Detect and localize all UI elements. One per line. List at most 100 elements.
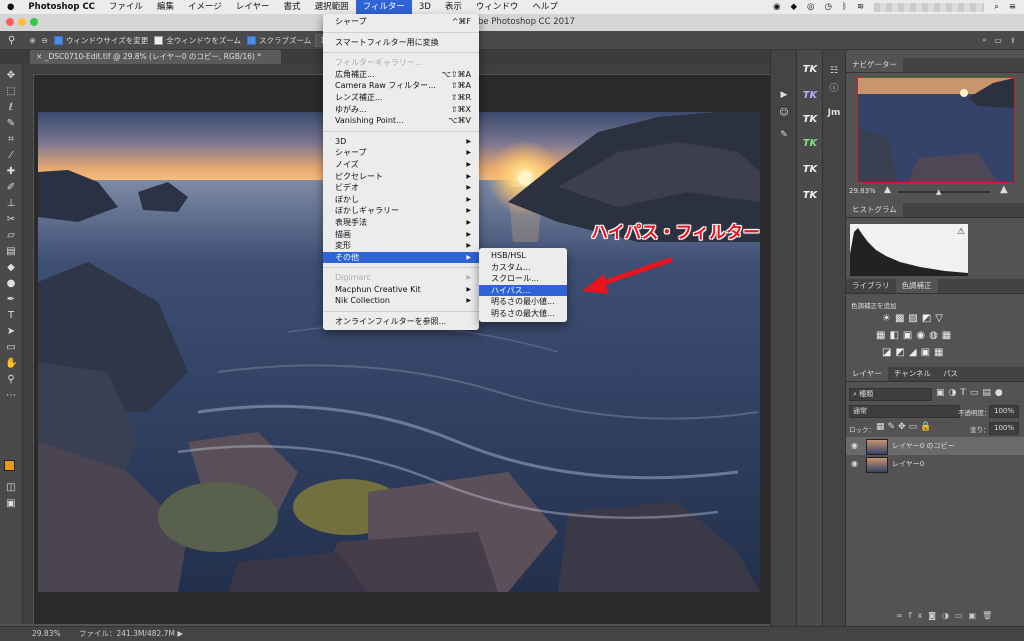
more-tools-icon[interactable]: ⋯ — [5, 390, 17, 402]
tab-paths[interactable]: パス — [937, 367, 964, 381]
tab-navigator[interactable]: ナビゲーター — [846, 58, 903, 72]
eyedropper-tool-icon[interactable]: ⁄ — [5, 150, 17, 162]
tab-layers[interactable]: レイヤー — [846, 367, 888, 381]
hand-tool-icon[interactable]: ✋ — [5, 358, 17, 370]
workspace-icon[interactable]: ▭ — [995, 36, 1002, 45]
menu-3d[interactable]: 3D — [412, 0, 438, 14]
submenu-item-maximum[interactable]: 明るさの最大値... — [479, 308, 567, 320]
menu-item-render[interactable]: 描画 ▶ — [323, 229, 479, 241]
adjustment-icons-row-2[interactable]: ▦◧▣◉◍▦ — [876, 330, 955, 341]
visibility-eye-icon[interactable]: ◉ — [851, 459, 858, 468]
menu-item-vanishing-point[interactable]: Vanishing Point... ⌥⌘V — [323, 115, 479, 127]
crop-tool-icon[interactable]: ⌗ — [5, 134, 17, 146]
menu-item-browse-filters-online[interactable]: オンラインフィルターを参照... — [323, 316, 479, 328]
layer-row-copy[interactable]: ◉ レイヤー0 のコピー — [846, 437, 1024, 455]
menu-item-pixelate[interactable]: ピクセレート ▶ — [323, 171, 479, 183]
tk-actions-icon-2[interactable]: TK — [801, 88, 819, 104]
move-tool-icon[interactable]: ✥ — [5, 70, 17, 82]
zoom-slider-handle[interactable]: ▲ — [936, 188, 941, 196]
menu-help[interactable]: ヘルプ — [525, 0, 565, 14]
resize-windows-checkbox[interactable] — [53, 35, 63, 45]
menu-type[interactable]: 書式 — [277, 0, 308, 14]
info-icon[interactable]: ⓘ — [826, 82, 842, 96]
tk-actions-icon-1[interactable]: TK — [801, 62, 819, 78]
opacity-input[interactable]: 100% — [989, 405, 1019, 418]
menu-item-other[interactable]: その他 ▶ — [323, 251, 479, 264]
rectangle-tool-icon[interactable]: ▭ — [5, 342, 17, 354]
navigator-thumbnail[interactable] — [857, 77, 1015, 183]
dropbox-icon[interactable]: ◆ — [790, 2, 797, 12]
menu-filter[interactable]: フィルター — [355, 0, 412, 14]
gradient-tool-icon[interactable]: ▤ — [5, 246, 17, 258]
quick-mask-icon[interactable]: ◫ — [5, 482, 17, 494]
status-arrow-icon[interactable]: ▶ — [177, 629, 183, 638]
minimize-window-icon[interactable] — [18, 18, 26, 26]
list-icon[interactable]: ≡ — [1009, 2, 1016, 12]
pen-tool-icon[interactable]: ✒ — [5, 294, 17, 306]
menu-item-adaptive-wide-angle[interactable]: 広角補正... ⌥⇧⌘A — [323, 69, 479, 81]
sync-icon[interactable]: ◎ — [807, 2, 814, 12]
close-tab-icon[interactable]: × — [36, 52, 42, 61]
menu-app[interactable]: Photoshop CC — [21, 0, 102, 14]
blur-tool-icon[interactable]: ◆ — [5, 262, 17, 274]
brush-preset-icon[interactable]: ✎ — [776, 128, 792, 142]
zoom-tool-side-icon[interactable]: ⚲ — [5, 374, 17, 386]
clock-icon[interactable]: ◷ — [824, 2, 831, 12]
navigator-zoom-value[interactable]: 29.83% — [849, 187, 876, 195]
lock-icons[interactable]: ▦✎✥▭🔒 — [876, 422, 934, 432]
menu-item-blur[interactable]: ぼかし ▶ — [323, 194, 479, 206]
menu-item-camera-raw[interactable]: Camera Raw フィルター... ⇧⌘A — [323, 80, 479, 92]
search-icon[interactable]: ⌕ — [994, 2, 999, 12]
foreground-color-swatch[interactable] — [4, 460, 15, 471]
visibility-eye-icon[interactable]: ◉ — [851, 441, 858, 450]
submenu-item-custom[interactable]: カスタム... — [479, 262, 567, 274]
menu-file[interactable]: ファイル — [102, 0, 150, 14]
menu-item-noise[interactable]: ノイズ ▶ — [323, 159, 479, 171]
type-tool-icon[interactable]: T — [5, 310, 17, 322]
menu-edit[interactable]: 編集 — [150, 0, 181, 14]
tk-actions-icon-3[interactable]: TK — [801, 112, 819, 128]
layer-filter-icons[interactable]: ▣◑T▭▤● — [936, 388, 1007, 398]
menu-item-nik-collection[interactable]: Nik Collection ▶ — [323, 295, 479, 307]
menu-item-distort[interactable]: 変形 ▶ — [323, 240, 479, 252]
properties-icon[interactable]: ☷ — [826, 64, 842, 78]
menu-image[interactable]: イメージ — [181, 0, 229, 14]
zoom-tool-icon[interactable]: ⚲ — [8, 35, 15, 46]
people-icon[interactable]: ☺ — [776, 106, 792, 120]
marquee-tool-icon[interactable]: ⬚ — [5, 86, 17, 98]
scrubby-zoom-checkbox[interactable] — [246, 35, 256, 45]
menu-item-last-filter[interactable]: シャープ ^⌘F — [323, 16, 479, 28]
submenu-item-hsb-hsl[interactable]: HSB/HSL — [479, 250, 567, 262]
layer-name[interactable]: レイヤー0 — [892, 459, 924, 469]
menu-item-convert-smart-filter[interactable]: スマートフィルター用に変換 — [323, 37, 479, 49]
menu-item-sharpen[interactable]: シャープ ▶ — [323, 147, 479, 159]
search-icon-options[interactable]: ⌕ — [982, 35, 986, 45]
menu-select[interactable]: 選択範囲 — [308, 0, 356, 14]
layer-kind-filter[interactable]: ⌕ 種類 — [849, 388, 932, 401]
submenu-item-offset[interactable]: スクロール... — [479, 273, 567, 285]
bluetooth-icon[interactable]: ᛒ — [842, 2, 847, 12]
layer-name[interactable]: レイヤー0 のコピー — [892, 441, 954, 451]
submenu-item-minimum[interactable]: 明るさの最小値... — [479, 296, 567, 308]
eraser-tool-icon[interactable]: ▱ — [5, 230, 17, 242]
tk-actions-icon-5[interactable]: TK — [801, 162, 819, 178]
tab-histogram[interactable]: ヒストグラム — [846, 203, 903, 217]
zoom-in-icon[interactable]: ⊕ — [29, 36, 35, 45]
navigator-zoom-slider[interactable]: ▲ — [898, 188, 990, 196]
quick-select-tool-icon[interactable]: ✎ — [5, 118, 17, 130]
screen-mode-icon[interactable]: ▣ — [5, 498, 17, 510]
tab-libraries[interactable]: ライブラリ — [846, 279, 896, 293]
wifi-icon[interactable]: ≋ — [857, 2, 864, 12]
fill-input[interactable]: 100% — [989, 422, 1019, 435]
path-select-tool-icon[interactable]: ➤ — [5, 326, 17, 338]
submenu-item-high-pass[interactable]: ハイパス... — [479, 284, 567, 297]
tk-actions-icon-6[interactable]: TK — [801, 188, 819, 204]
tab-adjustments[interactable]: 色調補正 — [895, 279, 938, 293]
lasso-tool-icon[interactable]: ℓ — [5, 102, 17, 114]
status-zoom[interactable]: 29.83% — [32, 629, 61, 638]
history-brush-tool-icon[interactable]: ✂ — [5, 214, 17, 226]
menu-item-stylize[interactable]: 表現手法 ▶ — [323, 217, 479, 229]
menu-layer[interactable]: レイヤー — [229, 0, 277, 14]
tk-actions-icon-4[interactable]: TK — [801, 136, 819, 152]
zoom-out-small-icon[interactable]: ▲ — [884, 185, 891, 195]
